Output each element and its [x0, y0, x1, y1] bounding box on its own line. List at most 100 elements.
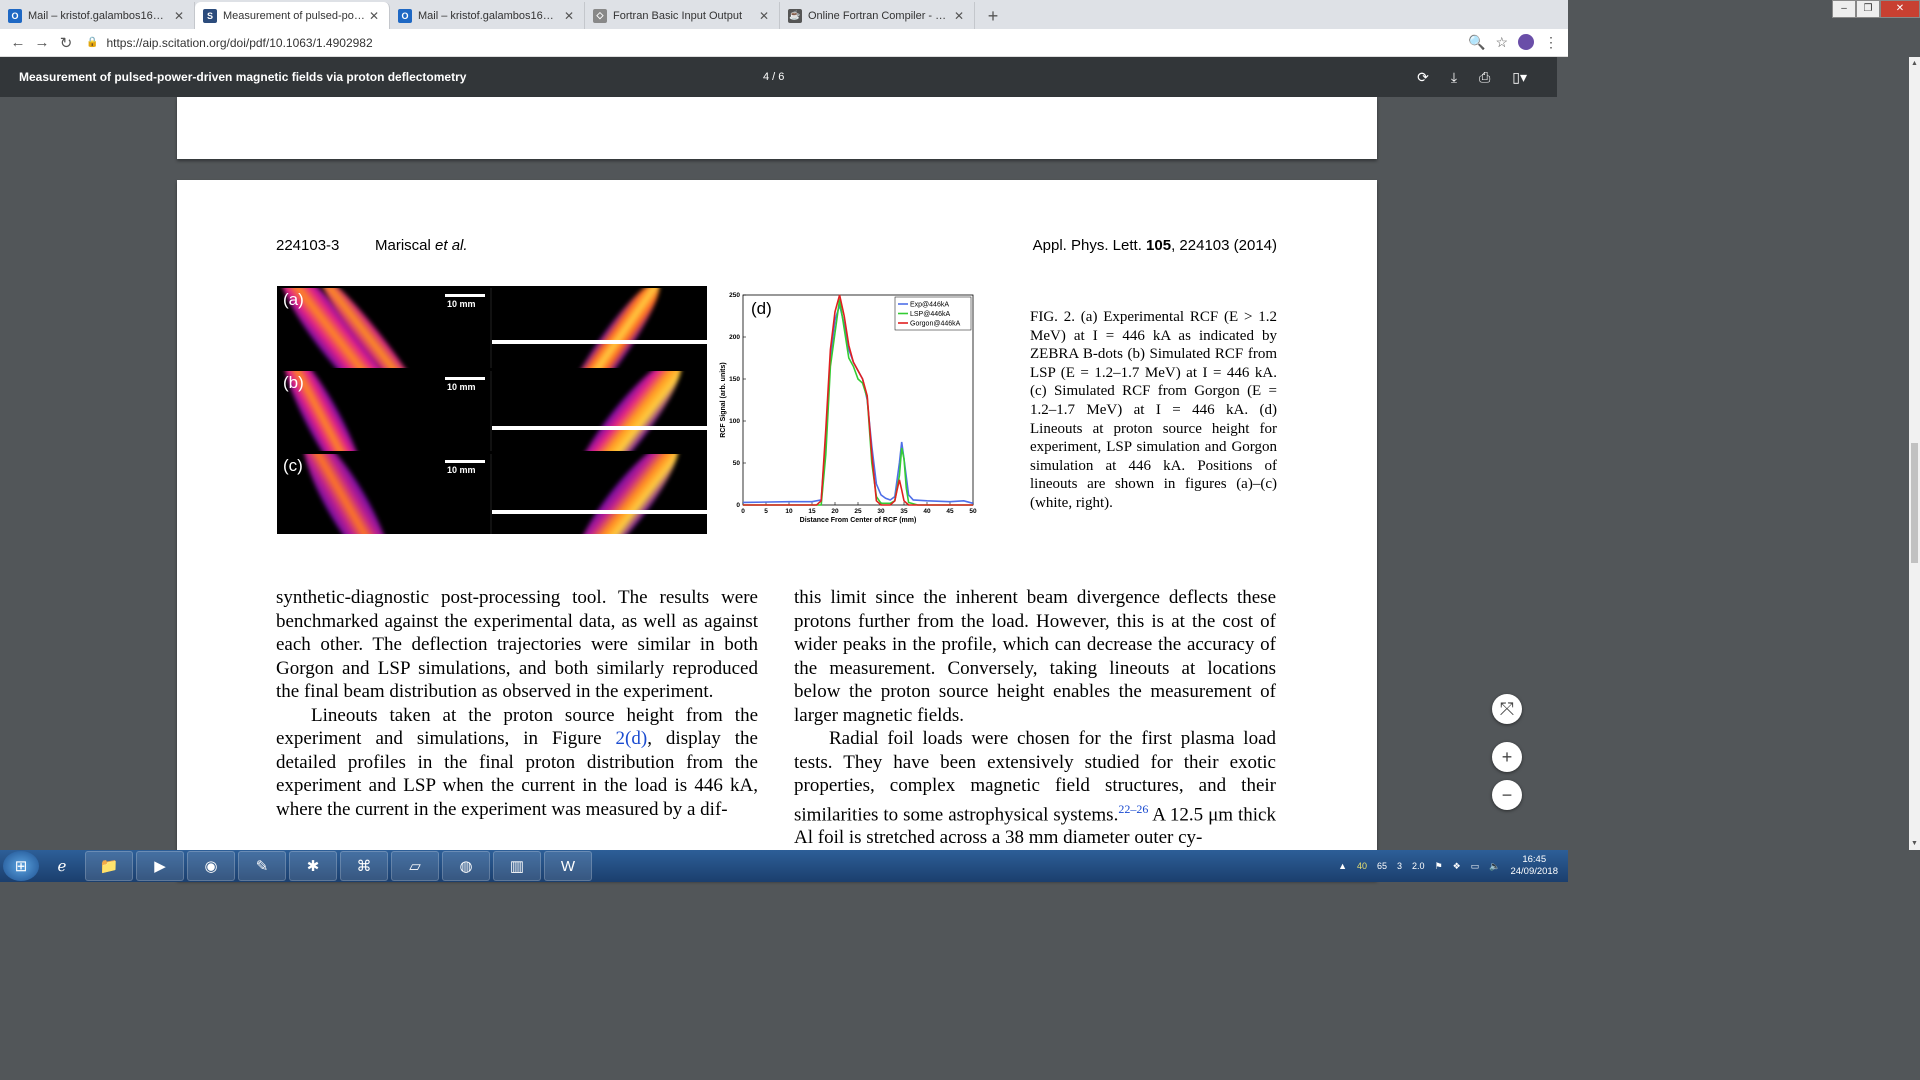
figure-link[interactable]: 2(d): [616, 728, 648, 749]
legend-entry: Exp@446kA: [910, 302, 949, 309]
panel-label: (b): [283, 373, 304, 392]
panel-a: (a) 10 mm: [277, 288, 707, 368]
ie-icon[interactable]: ℯ: [42, 851, 82, 881]
paragraph: synthetic-diagnostic post-processing too…: [276, 587, 758, 702]
notepad-icon[interactable]: ✎: [238, 851, 286, 881]
x-tick-label: 35: [900, 508, 908, 515]
print-icon[interactable]: ⎙: [1479, 69, 1490, 86]
network-icon[interactable]: ▭: [1471, 861, 1480, 872]
x-tick-label: 25: [854, 508, 862, 515]
new-tab-button[interactable]: +: [981, 4, 1005, 28]
pdf-page: 224103-3 Mariscal et al. Appl. Phys. Let…: [177, 180, 1377, 880]
rotate-icon[interactable]: ⟳: [1417, 69, 1429, 86]
forward-icon[interactable]: →: [30, 34, 54, 51]
x-tick-label: 20: [831, 508, 839, 515]
scale-bar: [445, 377, 485, 380]
clock-time: 16:45: [1522, 854, 1547, 865]
scrollbar[interactable]: ▲ ▼: [1909, 57, 1920, 850]
browser-tab[interactable]: S Measurement of pulsed-power-d ✕: [195, 2, 390, 29]
app-icon[interactable]: ✱: [289, 851, 337, 881]
browser-tab[interactable]: O Mail – kristof.galambos16@impe ✕: [390, 2, 585, 29]
url-text[interactable]: https://aip.scitation.org/doi/pdf/10.106…: [106, 36, 372, 50]
profile-avatar[interactable]: [1518, 34, 1534, 50]
network-app-icon[interactable]: ⌘: [340, 851, 388, 881]
figure-caption: FIG. 2. (a) Experimental RCF (E > 1.2 Me…: [1030, 309, 1277, 511]
legend-entry: Gorgon@446kA: [910, 321, 961, 328]
scroll-up-icon[interactable]: ▲: [1911, 60, 1918, 67]
scitation-icon: S: [203, 8, 217, 23]
clock[interactable]: 16:45 24/09/2018: [1510, 854, 1558, 878]
zoom-icon[interactable]: 🔍: [1468, 34, 1485, 51]
paragraph: Lineouts taken at the proton source heig…: [276, 704, 758, 820]
word-icon[interactable]: W: [544, 851, 592, 881]
folder-icon[interactable]: 📁: [85, 851, 133, 881]
y-tick-label: 100: [729, 418, 740, 425]
outlook-icon: O: [8, 8, 22, 23]
pdf-title: Measurement of pulsed-power-driven magne…: [19, 70, 467, 84]
fit-page-button[interactable]: ⤧: [1492, 694, 1522, 724]
browser-tab[interactable]: ◇ Fortran Basic Input Output ✕: [585, 2, 780, 29]
chart-app-icon[interactable]: ▥: [493, 851, 541, 881]
minimize-button[interactable]: –: [1832, 0, 1856, 18]
restore-button[interactable]: ❐: [1856, 0, 1880, 18]
page-number: 224103-3: [276, 237, 340, 254]
taskbar: ⊞ ℯ 📁 ▶ ◉ ✎ ✱ ⌘ ▱ ◍ ▥ W ▲ 40 65 3 2.0 ⚑ …: [0, 850, 1568, 882]
close-tab-icon[interactable]: ✕: [562, 9, 576, 23]
paper-icon[interactable]: ▱: [391, 851, 439, 881]
x-tick-label: 15: [808, 508, 816, 515]
x-tick-label: 5: [764, 508, 768, 515]
address-bar[interactable]: 🔒 https://aip.scitation.org/doi/pdf/10.1…: [86, 31, 1460, 55]
start-button[interactable]: ⊞: [3, 851, 39, 881]
close-tab-icon[interactable]: ✕: [757, 9, 771, 23]
tray-arrow-icon[interactable]: ▲: [1338, 861, 1347, 871]
back-icon[interactable]: ←: [6, 34, 30, 51]
flag-icon[interactable]: ⚑: [1435, 861, 1443, 872]
media-player-icon[interactable]: ▶: [136, 851, 184, 881]
x-tick-label: 30: [877, 508, 885, 515]
text-column-right: this limit since the inherent beam diver…: [794, 586, 1276, 850]
x-axis-label: Distance From Center of RCF (mm): [800, 517, 917, 524]
x-tick-label: 40: [923, 508, 931, 515]
paragraph: this limit since the inherent beam diver…: [794, 587, 1276, 726]
scale-text: 10 mm: [447, 465, 476, 475]
legend-entry: LSP@446kA: [910, 311, 951, 318]
download-icon[interactable]: ⤓: [1451, 69, 1457, 86]
tray-value: 65: [1377, 861, 1388, 871]
zoom-in-button[interactable]: +: [1492, 742, 1522, 772]
reload-icon[interactable]: ↻: [54, 34, 78, 52]
x-tick-label: 0: [741, 508, 745, 515]
compiler-icon: ☕: [788, 8, 802, 23]
panel-label: (d): [751, 299, 772, 318]
scrollbar-thumb[interactable]: [1911, 443, 1918, 563]
y-tick-label: 250: [729, 292, 740, 299]
close-tab-icon[interactable]: ✕: [952, 9, 966, 23]
window-controls: – ❐ ✕: [1832, 0, 1920, 18]
tab-title: Fortran Basic Input Output: [613, 9, 743, 22]
bookmark-star-icon[interactable]: ☆: [1495, 34, 1508, 51]
menu-icon[interactable]: ⋮: [1544, 34, 1558, 51]
brain-app-icon[interactable]: ◍: [442, 851, 490, 881]
close-window-button[interactable]: ✕: [1880, 0, 1920, 18]
y-tick-label: 0: [736, 502, 740, 509]
close-tab-icon[interactable]: ✕: [172, 9, 186, 23]
scroll-down-icon[interactable]: ▼: [1911, 840, 1918, 847]
zoom-out-button[interactable]: −: [1492, 780, 1522, 810]
volume-icon[interactable]: 🔈: [1489, 861, 1500, 872]
x-tick-label: 50: [969, 508, 977, 515]
rcf-image-panels: (a) 10 mm (b) 10 mm (c) 10 mm: [277, 286, 707, 534]
pdf-page-previous: [177, 97, 1377, 159]
reference-link[interactable]: 22–26: [1118, 802, 1148, 816]
tray-value: 40: [1357, 861, 1368, 871]
chrome-icon[interactable]: ◉: [187, 851, 235, 881]
bookmark-menu-icon[interactable]: ▯▾: [1512, 69, 1527, 86]
page-indicator: 4 / 6: [763, 71, 785, 83]
close-tab-icon[interactable]: ✕: [367, 9, 381, 23]
browser-tab[interactable]: O Mail – kristof.galambos16@impe ✕: [0, 2, 195, 29]
outlook-icon: O: [398, 8, 412, 23]
browser-tab[interactable]: ☕ Online Fortran Compiler - Online ✕: [780, 2, 975, 29]
y-tick-label: 50: [733, 460, 741, 467]
x-tick-label: 45: [946, 508, 954, 515]
browser-toolbar: ← → ↻ 🔒 https://aip.scitation.org/doi/pd…: [0, 29, 1568, 57]
tab-title: Measurement of pulsed-power-d: [223, 9, 367, 22]
dropbox-icon[interactable]: ❖: [1453, 861, 1461, 872]
